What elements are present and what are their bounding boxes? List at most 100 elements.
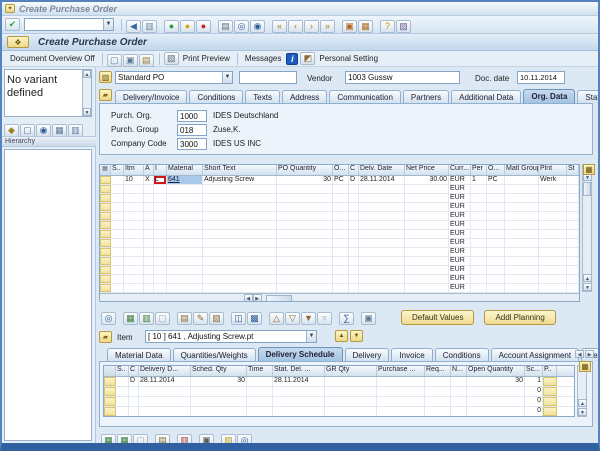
table-cell[interactable] bbox=[333, 194, 349, 202]
table-cell[interactable] bbox=[567, 257, 579, 265]
table-cell[interactable] bbox=[203, 194, 277, 202]
table-cell[interactable] bbox=[487, 185, 505, 193]
chevron-down-icon[interactable]: ▼ bbox=[222, 72, 232, 83]
table-cell[interactable] bbox=[359, 230, 405, 238]
table-cell[interactable] bbox=[167, 266, 203, 274]
table-cell[interactable] bbox=[467, 387, 525, 396]
table-settings-icon[interactable]: ▦ bbox=[579, 361, 591, 372]
table-cell[interactable] bbox=[154, 212, 167, 220]
row-select-cell[interactable] bbox=[100, 185, 111, 193]
table-cell[interactable]: 1 bbox=[525, 377, 543, 386]
table-cell[interactable] bbox=[333, 230, 349, 238]
table-cell[interactable] bbox=[154, 203, 167, 211]
column-header[interactable]: Curr... bbox=[449, 165, 471, 175]
table-cell[interactable] bbox=[139, 387, 191, 396]
table-cell[interactable] bbox=[124, 203, 144, 211]
table-cell[interactable] bbox=[116, 377, 129, 386]
table-cell[interactable] bbox=[154, 248, 167, 256]
table-cell[interactable] bbox=[567, 194, 579, 202]
filter-off-icon[interactable]: ▿ bbox=[317, 312, 332, 325]
table-cell[interactable]: 1 bbox=[471, 176, 487, 184]
table-cell[interactable] bbox=[451, 387, 467, 396]
table-cell[interactable] bbox=[359, 212, 405, 220]
table-cell[interactable] bbox=[471, 257, 487, 265]
table-cell[interactable]: 30 bbox=[191, 377, 247, 386]
table-cell[interactable] bbox=[154, 194, 167, 202]
table-cell[interactable] bbox=[277, 284, 333, 292]
table-cell[interactable] bbox=[359, 221, 405, 229]
table-cell[interactable] bbox=[377, 387, 425, 396]
table-cell[interactable] bbox=[451, 377, 467, 386]
header-note-icon[interactable]: ▨ bbox=[99, 71, 112, 83]
folder-icon[interactable]: ▰ bbox=[99, 331, 112, 343]
table-cell[interactable] bbox=[167, 248, 203, 256]
table-cell[interactable]: EUR bbox=[449, 239, 471, 247]
table-cell[interactable] bbox=[487, 275, 505, 283]
table-cell[interactable] bbox=[124, 239, 144, 247]
table-cell[interactable]: 28.11.2014 bbox=[139, 377, 191, 386]
table-cell[interactable] bbox=[539, 284, 567, 292]
column-header[interactable]: Matl Group bbox=[505, 165, 539, 175]
table-cell[interactable]: 641 bbox=[167, 176, 203, 184]
tab-scroll-right-icon[interactable]: ▶ bbox=[585, 350, 594, 358]
table-cell[interactable] bbox=[167, 194, 203, 202]
table-cell[interactable] bbox=[471, 266, 487, 274]
table-cell[interactable] bbox=[539, 275, 567, 283]
table-cell[interactable] bbox=[277, 230, 333, 238]
table-cell[interactable] bbox=[405, 194, 449, 202]
addl-planning-button[interactable]: Addl Planning bbox=[484, 310, 555, 325]
table-cell[interactable] bbox=[167, 185, 203, 193]
table-cell[interactable] bbox=[154, 230, 167, 238]
filter-icon[interactable]: ▽ bbox=[285, 312, 300, 325]
table-cell[interactable] bbox=[111, 221, 124, 229]
tab-delivery-schedule[interactable]: Delivery Schedule bbox=[258, 347, 343, 361]
table-cell[interactable] bbox=[505, 194, 539, 202]
table-cell[interactable] bbox=[203, 257, 277, 265]
table-cell[interactable] bbox=[471, 212, 487, 220]
new-document-icon[interactable]: ▢ bbox=[107, 54, 122, 67]
column-header[interactable]: A bbox=[144, 165, 154, 175]
table-cell[interactable] bbox=[111, 239, 124, 247]
table-cell[interactable] bbox=[505, 221, 539, 229]
row-select-cell[interactable] bbox=[100, 248, 111, 256]
tab-quantities-weights[interactable]: Quantities/Weights bbox=[173, 348, 256, 361]
table-cell[interactable] bbox=[144, 239, 154, 247]
table-cell[interactable] bbox=[359, 284, 405, 292]
schedule-disabled-icon[interactable]: ▢ bbox=[133, 434, 148, 447]
tab-partners[interactable]: Partners bbox=[403, 90, 449, 103]
table-cell[interactable] bbox=[539, 203, 567, 211]
table-cell[interactable] bbox=[116, 407, 129, 416]
tab-account-assignment[interactable]: Account Assignment bbox=[491, 348, 579, 361]
hierarchy-panel[interactable] bbox=[4, 149, 92, 441]
table-cell[interactable] bbox=[567, 248, 579, 256]
table-cell[interactable] bbox=[277, 194, 333, 202]
row-select-cell[interactable] bbox=[100, 230, 111, 238]
column-header[interactable]: St bbox=[567, 165, 579, 175]
table-cell[interactable] bbox=[505, 248, 539, 256]
help-icon[interactable]: ? bbox=[380, 20, 395, 33]
table-cell[interactable] bbox=[471, 248, 487, 256]
table-cell[interactable] bbox=[167, 257, 203, 265]
table-cell[interactable] bbox=[539, 266, 567, 274]
table-cell[interactable] bbox=[349, 266, 359, 274]
scroll-down-icon[interactable]: ▼ bbox=[583, 283, 592, 291]
table-cell[interactable] bbox=[167, 221, 203, 229]
schedule-copy-icon[interactable]: ▦ bbox=[101, 434, 116, 447]
table-cell[interactable] bbox=[124, 221, 144, 229]
find-icon[interactable]: ◎ bbox=[234, 20, 249, 33]
table-cell[interactable]: EUR bbox=[449, 176, 471, 184]
schedule-grid-vscrollbar[interactable]: ▲ ▼ bbox=[577, 365, 587, 417]
table-cell[interactable] bbox=[191, 397, 247, 406]
table-cell[interactable] bbox=[333, 221, 349, 229]
table-cell[interactable] bbox=[487, 230, 505, 238]
table-cell[interactable] bbox=[359, 203, 405, 211]
table-cell[interactable] bbox=[116, 387, 129, 396]
table-cell[interactable]: PC bbox=[487, 176, 505, 184]
table-cell[interactable] bbox=[487, 284, 505, 292]
refresh-icon[interactable]: ◎ bbox=[237, 434, 252, 447]
table-cell[interactable] bbox=[377, 407, 425, 416]
table-cell[interactable] bbox=[487, 266, 505, 274]
scroll-up-icon[interactable]: ▲ bbox=[578, 399, 587, 407]
new-session-icon[interactable]: ▣ bbox=[342, 20, 357, 33]
table-cell[interactable] bbox=[247, 387, 273, 396]
